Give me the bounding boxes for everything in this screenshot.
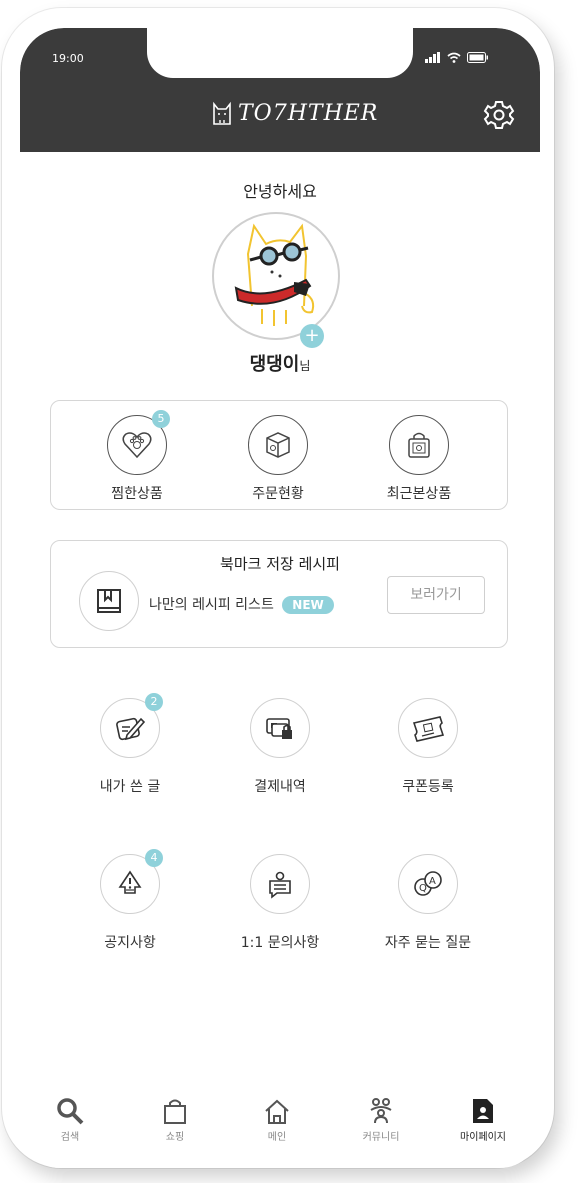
wishlist-item[interactable]: 5 찜한상품	[77, 410, 197, 503]
inquiry-item[interactable]: 1:1 문의사항	[210, 854, 350, 952]
screen: 19:00 TO7HTHER 안녕하세요 + 댕댕이님 5 찜한상품 주문현황 …	[20, 28, 540, 1168]
bookmark-subtitle: 나만의 레시피 리스트 NEW	[149, 594, 334, 614]
nav-main[interactable]: 메인	[232, 1096, 322, 1143]
nav-main-label: 메인	[267, 1132, 287, 1143]
nav-mypage-label: 마이페이지	[460, 1132, 506, 1143]
my-posts-icon-circle: 2	[100, 693, 163, 758]
faq-item[interactable]: QA 자주 묻는 질문	[358, 854, 498, 952]
my-posts-item[interactable]: 2 내가 쓴 글	[60, 693, 200, 796]
search-icon	[57, 1098, 84, 1125]
notice-label: 공지사항	[104, 935, 156, 951]
add-photo-button[interactable]: +	[300, 324, 324, 348]
nav-search-label: 검색	[60, 1132, 80, 1143]
bookmark-subtitle-text: 나만의 레시피 리스트	[149, 597, 274, 613]
nickname-suffix: 님	[299, 359, 311, 373]
avatar[interactable]	[212, 212, 340, 340]
coupon-icon-circle	[398, 698, 458, 758]
bookmark-card: 북마크 저장 레시피 나만의 레시피 리스트 NEW 보러가기	[50, 540, 508, 648]
gear-icon[interactable]	[482, 98, 516, 132]
new-badge: NEW	[282, 596, 334, 614]
quick-menu-card: 5 찜한상품 주문현황 최근본상품	[50, 400, 508, 510]
payment-icon-circle	[250, 698, 310, 758]
pencil-note-icon	[116, 717, 146, 741]
status-icons	[425, 52, 489, 63]
community-icon	[370, 1098, 392, 1124]
my-posts-label: 내가 쓴 글	[99, 779, 161, 795]
mypage-icon	[473, 1099, 493, 1123]
shopping-bag-icon	[164, 1099, 186, 1124]
wishlist-icon-circle: 5	[107, 410, 170, 475]
dog-avatar-illustration	[234, 223, 315, 326]
payment-history-item[interactable]: 결제내역	[210, 698, 350, 796]
order-status-label: 주문현황	[252, 486, 304, 502]
nickname-name: 댕댕이	[249, 354, 300, 375]
nav-search[interactable]: 검색	[25, 1096, 115, 1143]
order-status-item[interactable]: 주문현황	[218, 415, 338, 503]
cat-logo-icon	[213, 101, 231, 125]
svg-text:A: A	[429, 876, 436, 887]
person-chat-icon	[269, 871, 291, 899]
app-logo: TO7HTHER	[210, 100, 378, 126]
notice-item[interactable]: 4 공지사항	[60, 849, 200, 952]
signal-icon	[425, 52, 440, 63]
bookmark-icon-circle	[79, 571, 139, 631]
wishlist-badge: 5	[152, 410, 170, 428]
wifi-icon	[447, 52, 461, 63]
phone-frame: 19:00 TO7HTHER 안녕하세요 + 댕댕이님 5 찜한상품 주문현황 …	[2, 8, 554, 1168]
nav-mypage[interactable]: 마이페이지	[438, 1096, 528, 1143]
view-button[interactable]: 보러가기	[387, 576, 485, 614]
order-icon-circle	[248, 415, 308, 475]
home-icon	[265, 1099, 289, 1124]
app-header: 19:00 TO7HTHER	[20, 28, 540, 152]
heart-paw-icon	[122, 432, 152, 459]
notice-icon-circle: 4	[100, 849, 163, 914]
coupon-register-item[interactable]: 쿠폰등록	[358, 698, 498, 796]
status-time: 19:00	[52, 52, 84, 65]
wishlist-label: 찜한상품	[111, 486, 163, 502]
notch	[147, 28, 413, 78]
faq-label: 자주 묻는 질문	[384, 935, 472, 951]
book-bookmark-icon	[97, 589, 121, 613]
nav-shopping-label: 쇼핑	[165, 1132, 185, 1143]
notice-badge: 4	[145, 849, 163, 867]
faq-icon-circle: QA	[398, 854, 458, 914]
box-icon	[266, 432, 290, 458]
recent-icon-circle	[389, 415, 449, 475]
nav-community[interactable]: 커뮤니티	[336, 1096, 426, 1143]
nav-community-label: 커뮤니티	[362, 1132, 400, 1143]
nav-shopping[interactable]: 쇼핑	[130, 1096, 220, 1143]
payment-history-label: 결제내역	[254, 779, 306, 795]
shopping-bag-icon	[408, 432, 430, 458]
card-lock-icon	[266, 718, 292, 739]
my-posts-badge: 2	[145, 693, 163, 711]
logo-text: TO7HTHER	[238, 100, 379, 126]
inquiry-label: 1:1 문의사항	[240, 935, 320, 951]
recent-products-item[interactable]: 최근본상품	[359, 415, 479, 503]
bookmark-title: 북마크 저장 레시피	[220, 555, 340, 573]
greeting: 안녕하세요	[243, 182, 317, 201]
alert-bubble-icon	[118, 870, 142, 894]
ticket-icon	[412, 716, 445, 742]
inquiry-icon-circle	[250, 854, 310, 914]
coupon-register-label: 쿠폰등록	[402, 779, 454, 795]
battery-icon	[467, 52, 488, 63]
recent-products-label: 최근본상품	[386, 486, 452, 502]
nickname: 댕댕이님	[20, 350, 540, 376]
bottom-nav: 검색 쇼핑 메인 커뮤니티 마이페이지	[20, 1076, 540, 1146]
qa-bubble-icon: QA	[414, 871, 442, 896]
